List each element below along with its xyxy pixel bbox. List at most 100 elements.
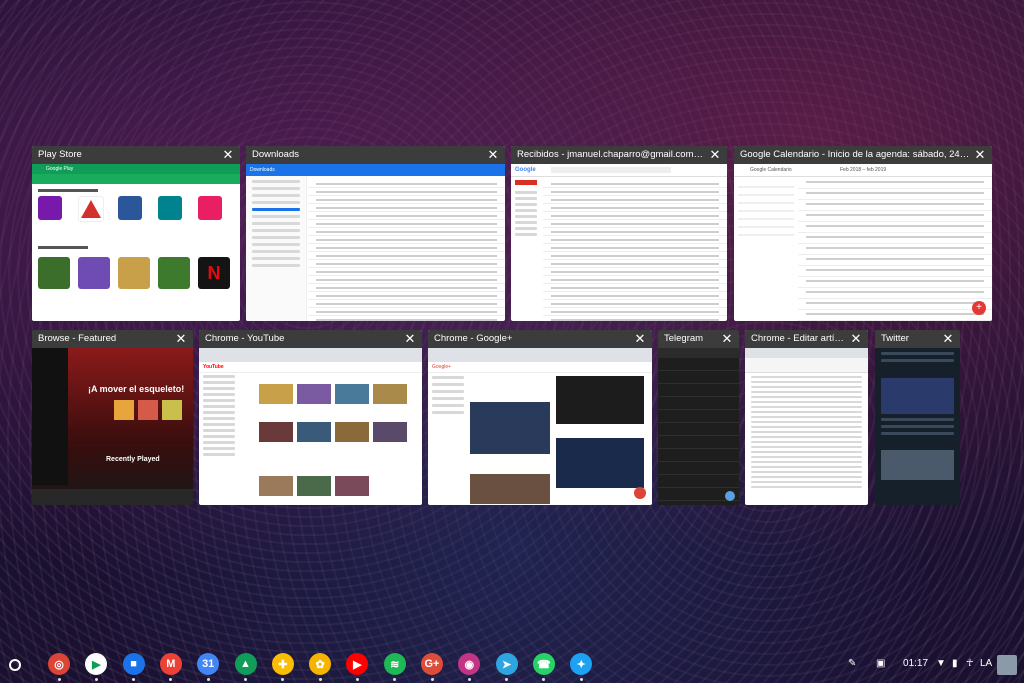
stylus-icon[interactable]: ✎ [848, 652, 856, 676]
window-play-store[interactable]: Play Store ✕ Google Play N [32, 146, 240, 321]
spotify-player-bar[interactable] [32, 489, 193, 505]
window-gmail[interactable]: Recibidos - jmanuel.chaparro@gmail.com -… [511, 146, 727, 321]
game-app-tile[interactable] [78, 257, 110, 289]
roblox-app-tile[interactable] [38, 257, 70, 289]
window-chrome-editor[interactable]: Chrome - Editar artícul... ✕ [745, 330, 868, 505]
mini-month-calendar[interactable] [738, 180, 794, 236]
minecraft-app-tile[interactable] [158, 257, 190, 289]
window-telegram[interactable]: Telegram ✕ [658, 330, 739, 505]
post-image[interactable] [556, 438, 644, 488]
window-chrome-youtube[interactable]: Chrome - YouTube ✕ YouTube [199, 330, 422, 505]
close-icon[interactable]: ✕ [972, 146, 988, 164]
close-icon[interactable]: ✕ [848, 330, 864, 348]
sketchbook-app-tile[interactable] [158, 196, 182, 220]
compose-button[interactable] [515, 180, 537, 185]
window-preview[interactable] [745, 348, 868, 505]
add-event-button[interactable]: + [972, 301, 986, 315]
whatsapp-icon[interactable]: ☎ [532, 653, 555, 675]
photos-icon[interactable]: ✿ [309, 653, 332, 675]
window-spotify[interactable]: Browse - Featured ✕ ¡A mover el esquelet… [32, 330, 193, 505]
close-icon[interactable]: ✕ [940, 330, 956, 348]
video-thumbnail[interactable] [335, 476, 369, 496]
window-twitter[interactable]: Twitter ✕ [875, 330, 960, 505]
running-indicator [281, 678, 285, 681]
window-preview[interactable]: Google Play N [32, 164, 240, 321]
running-indicator [244, 678, 247, 681]
window-preview[interactable]: YouTube [199, 348, 422, 505]
close-icon[interactable]: ✕ [220, 146, 236, 164]
battery-icon[interactable]: ▮ [952, 652, 958, 676]
youtube-icon[interactable]: ▶ [346, 653, 369, 675]
video-thumbnail[interactable] [335, 422, 369, 442]
input-method-label[interactable]: LA [980, 652, 992, 676]
twitter-icon[interactable]: ✦ [570, 653, 593, 675]
playlist-cover[interactable] [162, 400, 182, 420]
autocad-app-tile[interactable] [78, 196, 104, 222]
paint-app-tile[interactable] [198, 196, 222, 220]
playlist-cover[interactable] [114, 400, 134, 420]
accessibility-icon[interactable]: ☥ [966, 652, 973, 676]
window-header: Telegram ✕ [658, 330, 739, 348]
spotify-sidebar [32, 348, 68, 485]
window-title: Chrome - Editar artícul... [751, 333, 846, 344]
window-preview[interactable] [658, 348, 739, 505]
close-icon[interactable]: ✕ [719, 330, 735, 348]
window-preview[interactable] [875, 348, 960, 505]
window-preview[interactable]: Google+ [428, 348, 652, 505]
instagram-icon[interactable]: ◉ [458, 653, 481, 675]
post-image[interactable] [556, 376, 644, 424]
video-thumbnail[interactable] [297, 384, 331, 404]
close-icon[interactable]: ✕ [632, 330, 648, 348]
video-thumbnail[interactable] [259, 384, 293, 404]
play-store-icon[interactable]: ▶ [85, 653, 108, 675]
launcher-button[interactable] [9, 659, 21, 671]
tweet-image[interactable] [881, 378, 954, 414]
window-downloads[interactable]: Downloads ✕ Downloads [246, 146, 505, 321]
gmail-icon[interactable]: M [159, 653, 182, 675]
video-thumbnail[interactable] [335, 384, 369, 404]
new-post-button[interactable] [634, 487, 646, 499]
window-calendar[interactable]: Google Calendario - Inicio de la agenda:… [734, 146, 992, 321]
chrome-icon[interactable]: ◎ [48, 653, 70, 675]
google-plus-icon[interactable]: G+ [421, 653, 443, 675]
files-icon[interactable]: ■ [122, 653, 145, 675]
close-icon[interactable]: ✕ [402, 330, 418, 348]
drive-icon[interactable]: ▲ [234, 653, 257, 675]
video-thumbnail[interactable] [259, 422, 293, 442]
spotify-icon[interactable]: ≋ [383, 653, 406, 675]
wifi-icon[interactable]: ▼ [936, 652, 946, 676]
keep-icon[interactable]: ✚ [271, 653, 294, 675]
telegram-icon[interactable]: ➤ [495, 653, 518, 675]
avatar[interactable] [997, 655, 1017, 675]
window-preview[interactable]: ¡A mover el esqueleto! Recently Played [32, 348, 193, 505]
video-thumbnail[interactable] [297, 476, 331, 496]
video-thumbnail[interactable] [259, 476, 293, 496]
window-chrome-google-plus[interactable]: Chrome - Google+ ✕ Google+ [428, 330, 652, 505]
video-thumbnail[interactable] [373, 384, 407, 404]
calendar-icon[interactable]: 31 [197, 653, 220, 675]
playlist-cover[interactable] [138, 400, 158, 420]
post-image[interactable] [470, 474, 550, 504]
clock[interactable]: 01:17 [903, 652, 928, 676]
section-heading [38, 189, 98, 192]
onenote-app-tile[interactable] [38, 196, 62, 220]
window-title: Google Calendario - Inicio de la agenda:… [740, 149, 970, 160]
close-icon[interactable]: ✕ [173, 330, 189, 348]
word-app-tile[interactable] [118, 196, 142, 220]
compose-button[interactable] [725, 491, 735, 501]
game-app-tile[interactable] [118, 257, 150, 289]
editor-content[interactable] [745, 376, 868, 488]
video-thumbnail[interactable] [297, 422, 331, 442]
window-header: Recibidos - jmanuel.chaparro@gmail.com -… [511, 146, 727, 164]
window-preview[interactable]: Google [511, 164, 727, 321]
window-preview[interactable]: Google Calendario Feb 2018 – feb 2019 + [734, 164, 992, 321]
close-icon[interactable]: ✕ [485, 146, 501, 164]
window-preview[interactable]: Downloads [246, 164, 505, 321]
window-header: Play Store ✕ [32, 146, 240, 164]
close-icon[interactable]: ✕ [707, 146, 723, 164]
tweet-image[interactable] [881, 450, 954, 480]
screenshot-icon[interactable]: ▣ [876, 652, 885, 676]
post-image[interactable] [470, 402, 550, 454]
video-thumbnail[interactable] [373, 422, 407, 442]
netflix-app-tile[interactable]: N [198, 257, 230, 289]
